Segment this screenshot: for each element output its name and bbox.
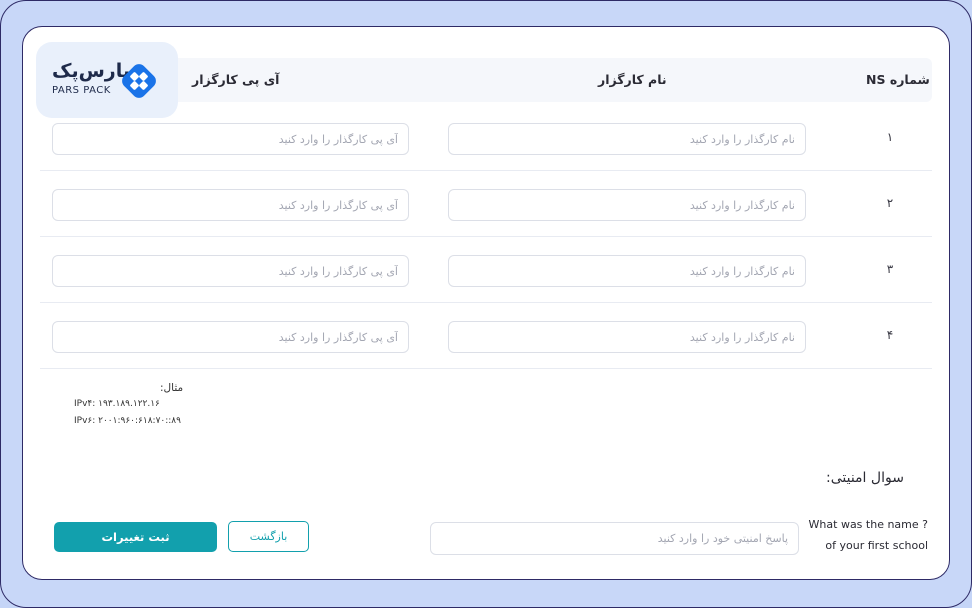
server-ip-input-3[interactable] bbox=[52, 255, 409, 287]
server-ip-input-2[interactable] bbox=[52, 189, 409, 221]
server-ip-input-1[interactable] bbox=[52, 123, 409, 155]
parspack-logo-icon bbox=[122, 64, 156, 98]
back-button[interactable]: بازگشت bbox=[228, 521, 309, 552]
server-name-input-3[interactable] bbox=[448, 255, 806, 287]
example-ipv6: IPv۶: ۲۰۰۱:۹۶۰:۶۱۸:۷۰::۸۹ bbox=[74, 416, 181, 426]
server-ip-input-4[interactable] bbox=[52, 321, 409, 353]
save-changes-button[interactable]: ثبت تغییرات bbox=[54, 522, 217, 552]
security-question-text: What was the name ?of your first school bbox=[808, 518, 928, 552]
row-divider bbox=[40, 170, 932, 171]
ns-row-number: ۴ bbox=[886, 328, 894, 342]
header-ns-number: شماره NS bbox=[866, 72, 930, 87]
ns-row-number: ۳ bbox=[886, 262, 894, 276]
example-ipv4: IPv۴: ۱۹۳.۱۸۹.۱۲۲.۱۶ bbox=[74, 399, 160, 409]
row-divider bbox=[40, 302, 932, 303]
server-name-input-1[interactable] bbox=[448, 123, 806, 155]
header-server-ip: آی پی کارگزار bbox=[192, 72, 280, 87]
header-server-name: نام کارگزار bbox=[598, 72, 667, 87]
logo-text-en: PARS PACK bbox=[52, 85, 111, 96]
row-divider bbox=[40, 368, 932, 369]
server-name-input-4[interactable] bbox=[448, 321, 806, 353]
ns-row-number: ۲ bbox=[886, 196, 894, 210]
security-answer-input[interactable] bbox=[430, 522, 799, 555]
ns-row-number: ۱ bbox=[886, 130, 894, 144]
example-label: مثال: bbox=[160, 382, 184, 394]
server-name-input-2[interactable] bbox=[448, 189, 806, 221]
row-divider bbox=[40, 236, 932, 237]
security-question-title: سوال امنیتی: bbox=[826, 470, 904, 486]
